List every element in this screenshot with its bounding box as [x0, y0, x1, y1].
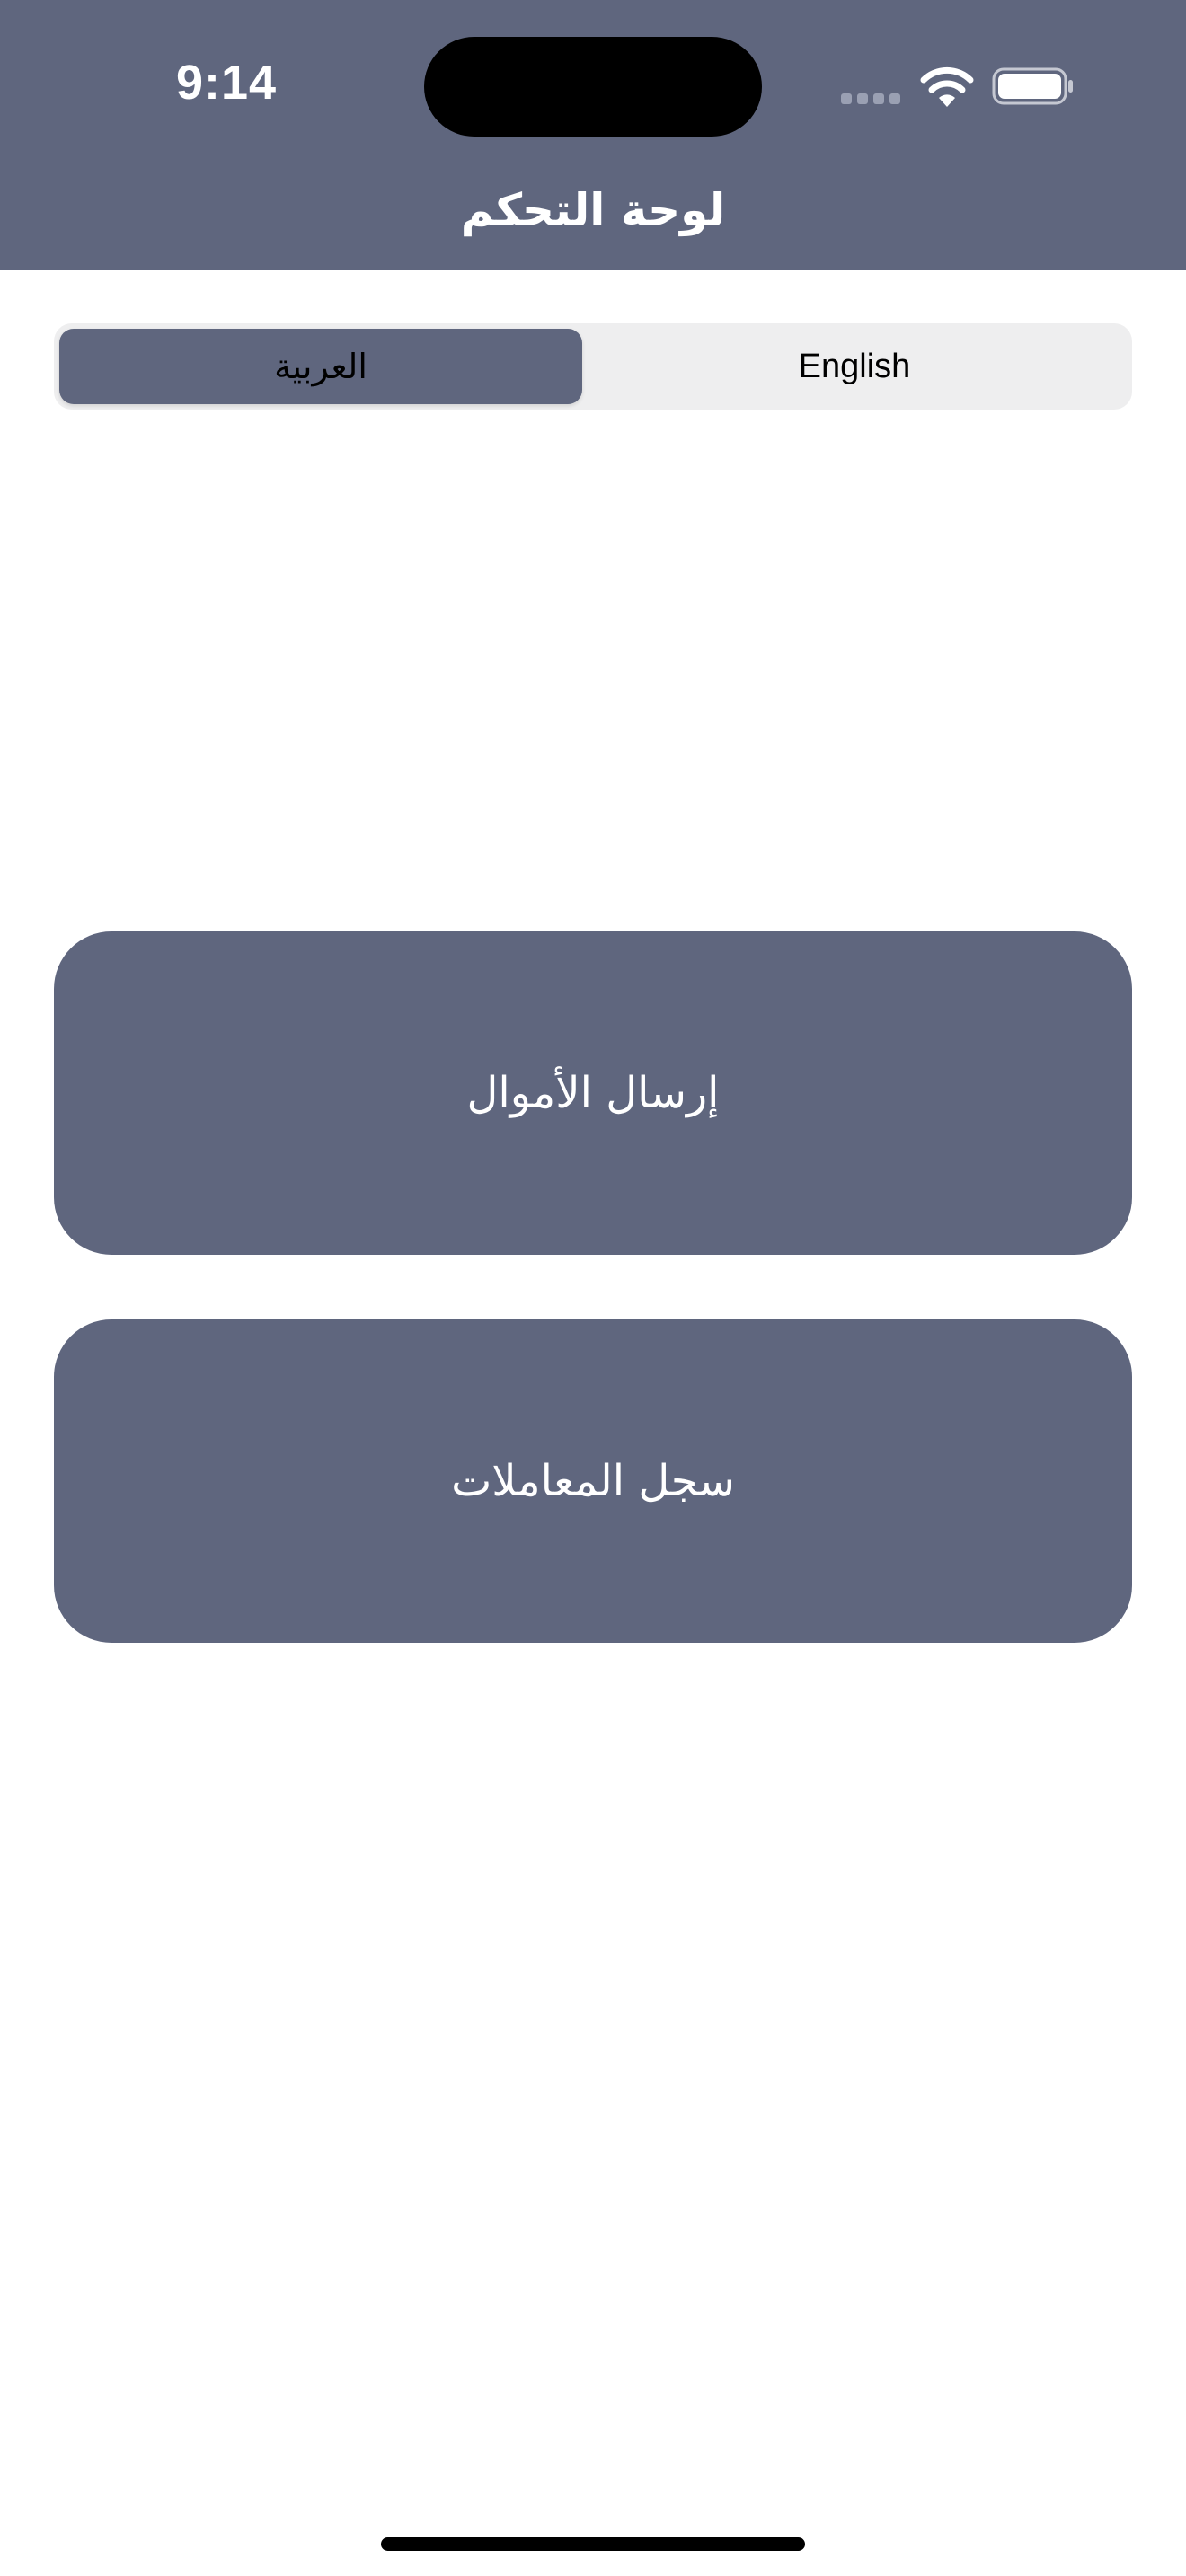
transaction-history-label: سجل المعاملات — [451, 1456, 735, 1506]
send-money-label: إرسال الأموال — [466, 1068, 720, 1118]
home-indicator[interactable] — [381, 2537, 805, 2551]
send-money-button[interactable]: إرسال الأموال — [54, 931, 1132, 1255]
battery-icon — [992, 67, 1073, 105]
segment-arabic[interactable]: العربية — [59, 329, 582, 404]
app-header: 9:14 لوحة التحكم — [0, 0, 1186, 270]
wifi-icon — [920, 66, 974, 107]
signal-dots-icon — [841, 93, 902, 104]
dynamic-island — [424, 37, 762, 137]
transaction-history-button[interactable]: سجل المعاملات — [54, 1319, 1132, 1643]
segment-english[interactable]: English — [593, 329, 1116, 404]
page-title: لوحة التحكم — [460, 184, 726, 236]
language-segmented-control[interactable]: English العربية — [54, 323, 1132, 410]
status-time: 9:14 — [176, 56, 278, 110]
